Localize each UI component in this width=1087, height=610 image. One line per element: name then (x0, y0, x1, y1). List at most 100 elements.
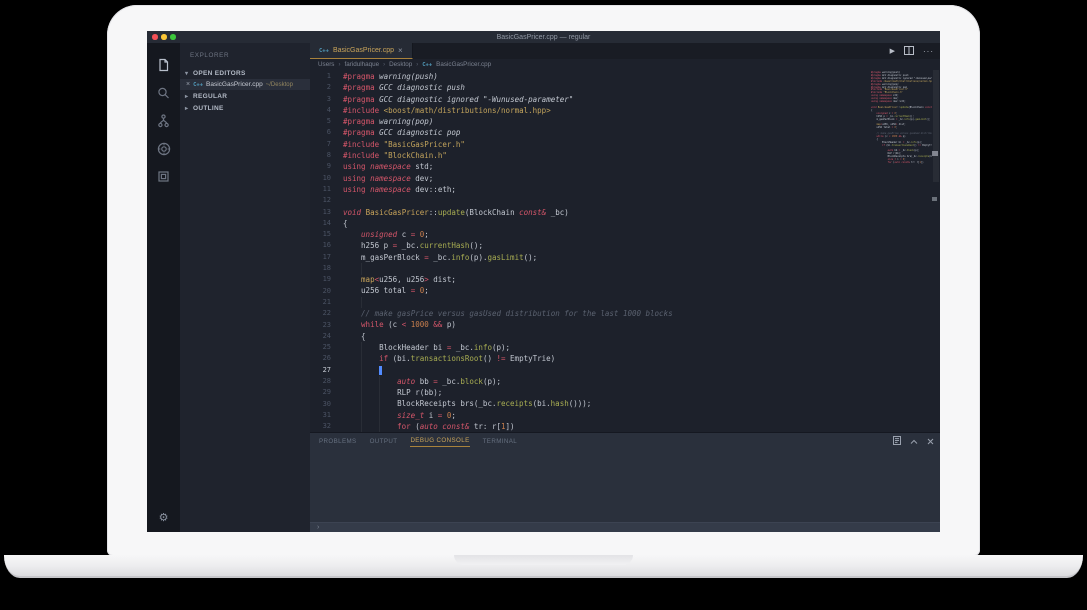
open-editor-item[interactable]: × C++ BasicGasPricer.cpp ~/Desktop (180, 79, 310, 90)
code-line-content (343, 263, 379, 275)
code-line[interactable]: 1#pragma warning(push) (310, 71, 868, 82)
code-line[interactable]: 3#pragma GCC diagnostic ignored "-Wunuse… (310, 94, 868, 105)
code-line[interactable]: 4#include <boost/math/distributions/norm… (310, 105, 868, 116)
code-line-content: h256 p = _bc.currentHash(); (343, 240, 483, 252)
indent-guide (343, 331, 361, 342)
debug-console-input[interactable]: › (310, 522, 940, 532)
zoom-window-button[interactable] (170, 34, 176, 40)
code-line[interactable]: 22// make gasPrice versus gasUsed distri… (310, 308, 868, 319)
code-line[interactable]: 14{ (310, 218, 868, 229)
code-line[interactable]: 26if (bi.transactionsRoot() != EmptyTrie… (310, 353, 868, 364)
code-line[interactable]: 27 (310, 365, 868, 376)
close-window-button[interactable] (152, 34, 158, 40)
code-line[interactable]: 9using namespace std; (310, 161, 868, 172)
breadcrumb-item[interactable]: faridulhaque (344, 61, 379, 68)
code-token: (p). (469, 253, 487, 262)
search-icon (157, 86, 170, 105)
code-token: if (379, 354, 388, 363)
code-pane[interactable]: 1#pragma warning(push)2#pragma GCC diagn… (310, 70, 868, 432)
tab-close-icon[interactable]: × (398, 47, 403, 55)
more-actions-button[interactable]: ··· (923, 47, 934, 56)
code-line[interactable]: 17m_gasPerBlock = _bc.info(p).gasLimit()… (310, 252, 868, 263)
code-line[interactable]: 24{ (310, 331, 868, 342)
line-number: 31 (310, 410, 343, 421)
code-token: { (361, 332, 366, 341)
code-line-content: { (343, 331, 366, 343)
code-line[interactable]: 10using namespace dev; (310, 173, 868, 184)
code-token: namespace (370, 185, 415, 194)
code-line[interactable]: 6#pragma GCC diagnostic pop (310, 127, 868, 138)
code-line[interactable]: 11using namespace dev::eth; (310, 184, 868, 195)
minimap-token: (p); (914, 149, 920, 152)
minimap-token: const& (925, 106, 932, 109)
sidebar-section-regular[interactable]: ▸REGULAR (180, 90, 310, 102)
code-token: ())); (569, 399, 592, 408)
panel-tab-output[interactable]: OUTPUT (370, 435, 398, 447)
maximize-panel-button[interactable] (910, 432, 918, 450)
editor-scrollbar[interactable] (932, 70, 940, 432)
close-icon[interactable]: × (186, 81, 190, 88)
code-line[interactable]: 16h256 p = _bc.currentHash(); (310, 240, 868, 251)
panel-tab-terminal[interactable]: TERMINAL (483, 435, 518, 447)
code-line[interactable]: 29RLP r(bb); (310, 387, 868, 398)
sidebar-section-outline[interactable]: ▸OUTLINE (180, 102, 310, 114)
code-line[interactable]: 2#pragma GCC diagnostic push (310, 82, 868, 93)
code-token: ; (451, 411, 456, 420)
panel-tab-debug-console[interactable]: DEBUG CONSOLE (410, 434, 469, 447)
minimap[interactable]: #pragma warning(push)#pragma GCC diagnos… (868, 70, 932, 432)
panel-tab-problems[interactable]: PROBLEMS (319, 435, 357, 447)
code-token: "BlockChain.h" (384, 151, 447, 160)
indent-guide (343, 410, 361, 421)
activity-extensions-button[interactable] (147, 165, 180, 193)
code-line[interactable]: 25BlockHeader bi = _bc.info(p); (310, 342, 868, 353)
code-token: _bc. (429, 253, 452, 262)
code-line[interactable]: 8#include "BlockChain.h" (310, 150, 868, 161)
open-editors-section-header[interactable]: ▾ OPEN EDITORS (180, 67, 310, 79)
code-line[interactable]: 30BlockReceipts brs(_bc.receipts(bi.hash… (310, 399, 868, 410)
code-token: (p); (492, 343, 510, 352)
scrollbar-marker (932, 197, 937, 201)
code-line[interactable]: 32for (auto const& tr: r[1]) (310, 421, 868, 432)
code-line[interactable]: 28auto bb = _bc.block(p); (310, 376, 868, 387)
breadcrumb-item[interactable]: Users (318, 61, 334, 68)
line-number: 13 (310, 207, 343, 218)
indent-guide (361, 410, 379, 421)
code-line[interactable]: 12 (310, 195, 868, 206)
minimap-token: m_gasPerBlock (871, 118, 896, 121)
activity-debug-button[interactable] (147, 137, 180, 165)
breadcrumb-item-file[interactable]: BasicGasPricer.cpp (436, 61, 491, 68)
code-line[interactable]: 13void BasicGasPricer::update(BlockChain… (310, 207, 868, 218)
code-line[interactable]: 5#pragma warning(pop) (310, 116, 868, 127)
code-line[interactable]: 31size_t i = 0; (310, 410, 868, 421)
code-editor[interactable]: 1#pragma warning(push)2#pragma GCC diagn… (310, 70, 940, 432)
code-line[interactable]: 20u256 total = 0; (310, 286, 868, 297)
tab-basicgaspricer[interactable]: C++ BasicGasPricer.cpp × (310, 43, 413, 59)
scrollbar-slider[interactable] (933, 70, 939, 182)
code-token: p) (442, 320, 456, 329)
split-editor-button[interactable] (904, 42, 914, 60)
sidebar-section-label: REGULAR (193, 93, 227, 100)
line-number: 27 (310, 365, 343, 376)
settings-gear-button[interactable]: ⚙ (147, 511, 180, 524)
code-token: namespace (370, 174, 415, 183)
code-line[interactable]: 18 (310, 263, 868, 274)
activity-source-control-button[interactable] (147, 109, 180, 137)
code-line[interactable]: 7#include "BasicGasPricer.h" (310, 139, 868, 150)
code-line[interactable]: 19map<u256, u256> dist; (310, 274, 868, 285)
code-token: (); (469, 241, 483, 250)
minimize-window-button[interactable] (161, 34, 167, 40)
code-line[interactable]: 21 (310, 297, 868, 308)
code-token: m_gasPerBlock (361, 253, 424, 262)
run-button[interactable]: ▶ (890, 47, 895, 55)
code-line[interactable]: 15unsigned c = 0; (310, 229, 868, 240)
indent-guide (343, 354, 361, 365)
clear-console-button[interactable] (893, 432, 901, 450)
close-panel-button[interactable] (927, 432, 934, 450)
indent-guide (379, 410, 397, 421)
activity-search-button[interactable] (147, 81, 180, 109)
code-token: ; (424, 286, 429, 295)
code-line[interactable]: 23while (c < 1000 && p) (310, 320, 868, 331)
activity-explorer-button[interactable] (147, 53, 180, 81)
code-token: (); (524, 253, 538, 262)
breadcrumb-item[interactable]: Desktop (389, 61, 412, 68)
